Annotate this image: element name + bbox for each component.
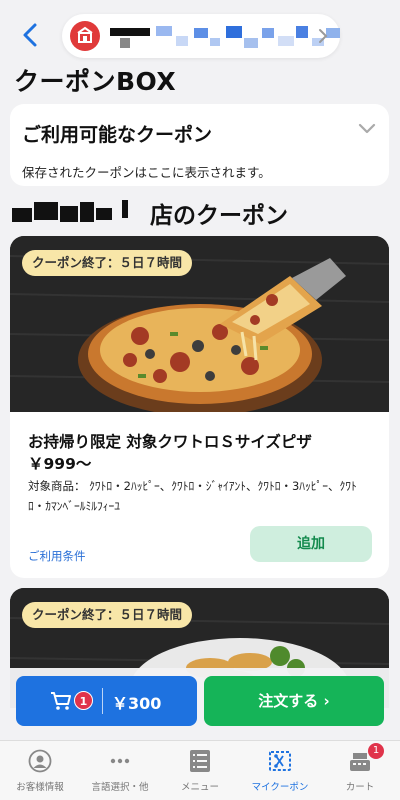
order-button[interactable]: 注文する › (204, 676, 384, 726)
tab-label: 言語選択・他 (91, 782, 149, 793)
tab-customer-info[interactable]: お客様情報 (0, 741, 80, 800)
store-coupons-suffix: 店のクーポン (150, 203, 288, 229)
coupon-price: ￥999～ (28, 455, 92, 473)
cart-total: ￥300 (112, 694, 162, 713)
cart-icon (51, 692, 71, 710)
store-logo-icon (70, 21, 100, 51)
coupon-expiry-badge: クーポン終了：５日７時間 (22, 602, 193, 628)
add-coupon-button[interactable]: 追加 (250, 526, 372, 562)
more-icon (110, 758, 130, 764)
divider (102, 688, 103, 714)
tab-menu[interactable]: メニュー (160, 741, 240, 800)
tab-label: お客様情報 (16, 782, 64, 793)
tab-label: カート (345, 782, 375, 793)
store-name-redacted (110, 24, 342, 50)
tab-label: メニュー (180, 782, 219, 793)
top-bar (0, 0, 400, 64)
cart-count-badge: 1 (74, 691, 93, 710)
tab-bar: お客様情報 言語選択・他 メニュー マイクーポン 1 カート (0, 740, 400, 800)
available-coupons-card[interactable]: ご利用可能なクーポン 保存されたクーポンはここに表示されます。 (10, 104, 389, 186)
coupon-card: クーポン終了：５日７時間 お持帰り限定 対象クワトロＳサイズピザ ￥999～ 対… (10, 236, 389, 578)
available-coupons-title: ご利用可能なクーポン (22, 124, 213, 146)
store-selector[interactable] (62, 14, 340, 58)
chevron-left-icon[interactable] (18, 22, 44, 48)
tab-cart[interactable]: 1 カート (320, 741, 400, 800)
coupon-target-items: 対象商品： ｸﾜﾄﾛ・2ﾊｯﾋﾟｰ、ｸﾜﾄﾛ・ｼﾞｬｲｱﾝﾄ、ｸﾜﾄﾛ・3ﾊｯﾋ… (28, 479, 357, 513)
cart-button[interactable]: 1 ￥300 (16, 676, 197, 726)
user-icon (28, 749, 52, 773)
available-coupons-description: 保存されたクーポンはここに表示されます。 (22, 165, 271, 180)
coupon-icon (269, 751, 291, 771)
menu-icon (190, 750, 210, 772)
coupon-title: お持帰り限定 対象クワトロＳサイズピザ (28, 433, 312, 451)
tab-label: マイクーポン (251, 782, 309, 793)
chevron-right-icon (319, 29, 328, 43)
action-bar: 1 ￥300 注文する › (0, 668, 400, 740)
pizza-image: クーポン終了：５日７時間 (10, 236, 389, 416)
store-coupons-heading: 店のクーポン (12, 196, 392, 229)
chevron-down-icon[interactable] (357, 122, 377, 136)
tab-language-other[interactable]: 言語選択・他 (80, 741, 160, 800)
terms-link[interactable]: ご利用条件 (28, 548, 86, 564)
coupon-expiry-badge: クーポン終了：５日７時間 (22, 250, 193, 276)
tab-my-coupon[interactable]: マイクーポン (240, 741, 320, 800)
store-name-redacted (12, 200, 142, 222)
cart-tab-badge: 1 (368, 743, 384, 759)
page-title: クーポンBOX (14, 67, 177, 96)
